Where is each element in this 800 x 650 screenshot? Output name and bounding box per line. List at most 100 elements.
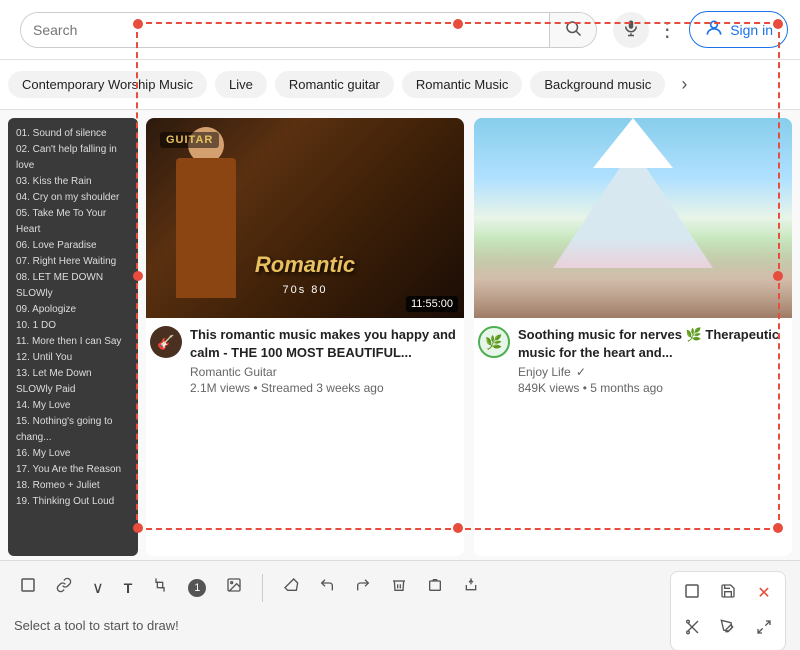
video-info-1: 🎸 This romantic music makes you happy an… bbox=[146, 318, 464, 403]
expand-tool-btn[interactable]: ∨ bbox=[86, 572, 110, 604]
more-options-button[interactable]: ⋮ bbox=[657, 17, 677, 42]
bottom-toolbar: ∨ T 1 bbox=[0, 560, 800, 650]
track-item: 07. Right Here Waiting bbox=[16, 254, 130, 270]
youtube-page: ⋮ Sign in Contemporary Worship Music Liv… bbox=[0, 0, 800, 650]
user-icon bbox=[704, 18, 724, 41]
track-item: 02. Can't help falling in love bbox=[16, 142, 130, 174]
chip-romantic-guitar[interactable]: Romantic guitar bbox=[275, 71, 394, 98]
text-tool-btn[interactable]: T bbox=[118, 574, 139, 602]
mini-toolbar: ✕ bbox=[670, 571, 786, 650]
mountain-snow bbox=[593, 118, 673, 168]
link-tool-btn[interactable] bbox=[50, 571, 78, 604]
video-info-2: 🌿 Soothing music for nerves 🌿 Therapeuti… bbox=[474, 318, 792, 403]
trash-tool-btn[interactable] bbox=[421, 571, 449, 604]
search-icon bbox=[564, 19, 582, 40]
sign-in-label: Sign in bbox=[730, 22, 773, 38]
cherry-blossoms bbox=[474, 238, 792, 318]
video-thumb-1: GUITAR Romantic 70s 80 11:55:00 bbox=[146, 118, 464, 318]
playlist-card[interactable]: 01. Sound of silence 02. Can't help fall… bbox=[8, 118, 138, 556]
track-item: 04. Cry on my shoulder bbox=[16, 190, 130, 206]
image-icon bbox=[226, 577, 242, 598]
track-item: 18. Romeo + Juliet bbox=[16, 478, 130, 494]
mini-pen-icon bbox=[720, 619, 736, 640]
chevron-right-icon: › bbox=[681, 74, 687, 94]
mini-fullscreen-icon bbox=[756, 619, 772, 640]
person-silhouette bbox=[176, 158, 236, 298]
content-area: 01. Sound of silence 02. Can't help fall… bbox=[0, 110, 800, 564]
track-item: 12. Until You bbox=[16, 350, 130, 366]
track-item: 17. You Are the Reason bbox=[16, 462, 130, 478]
guitar-thumb-title: Romantic bbox=[255, 252, 355, 278]
sign-in-button[interactable]: Sign in bbox=[689, 11, 788, 48]
duration-badge-1: 11:55:00 bbox=[406, 296, 458, 312]
rectangle-tool-btn[interactable] bbox=[14, 571, 42, 604]
toolbar-tools: ∨ T 1 bbox=[14, 571, 670, 604]
guitar-label: GUITAR bbox=[160, 132, 219, 148]
mini-pen-btn[interactable] bbox=[711, 612, 745, 646]
trash-icon bbox=[427, 577, 443, 598]
rectangle-icon bbox=[20, 577, 36, 598]
dots-icon: ⋮ bbox=[657, 19, 677, 41]
chip-live[interactable]: Live bbox=[215, 71, 267, 98]
mic-button[interactable] bbox=[613, 12, 649, 48]
video-meta-2: 849K views • 5 months ago bbox=[518, 381, 788, 395]
toolbar-right: ✕ bbox=[670, 571, 786, 650]
crop-tool-btn[interactable] bbox=[146, 571, 174, 604]
crop-icon bbox=[152, 577, 168, 598]
track-item: 01. Sound of silence bbox=[16, 126, 130, 142]
number-tool-btn[interactable]: 1 bbox=[182, 573, 212, 603]
channel-name-1: Romantic Guitar bbox=[190, 365, 460, 379]
video-title-1: This romantic music makes you happy and … bbox=[190, 326, 460, 362]
filter-next-button[interactable]: › bbox=[673, 70, 695, 99]
track-item: 16. My Love bbox=[16, 446, 130, 462]
delete-tool-btn[interactable] bbox=[385, 571, 413, 604]
mini-rect-btn[interactable] bbox=[675, 576, 709, 610]
mic-icon bbox=[622, 19, 640, 40]
mountain-thumbnail bbox=[474, 118, 792, 318]
track-item: 11. More then I can Say bbox=[16, 334, 130, 350]
text-icon: T bbox=[124, 580, 133, 596]
eraser-tool-btn[interactable] bbox=[277, 571, 305, 604]
search-input[interactable] bbox=[21, 13, 549, 47]
mini-cut-icon bbox=[684, 619, 700, 640]
mini-save-icon bbox=[720, 583, 736, 604]
track-item: 15. Nothing's going to chang... bbox=[16, 414, 130, 446]
guitar-thumb-subtitle: 70s 80 bbox=[282, 284, 327, 296]
track-item: 09. Apologize bbox=[16, 302, 130, 318]
redo-icon bbox=[355, 577, 371, 598]
track-item: 10. 1 DO bbox=[16, 318, 130, 334]
track-list: 01. Sound of silence 02. Can't help fall… bbox=[16, 126, 130, 510]
video-thumb-2 bbox=[474, 118, 792, 318]
track-item: 13. Let Me Down SLOWly Paid bbox=[16, 366, 130, 398]
mini-cut-btn[interactable] bbox=[675, 612, 709, 646]
image-tool-btn[interactable] bbox=[220, 571, 248, 604]
mini-close-btn[interactable]: ✕ bbox=[747, 576, 781, 610]
videos-row: GUITAR Romantic 70s 80 11:55:00 🎸 This r… bbox=[146, 118, 792, 556]
undo-tool-btn[interactable] bbox=[313, 571, 341, 604]
chip-contemporary-worship[interactable]: Contemporary Worship Music bbox=[8, 71, 207, 98]
video-title-2: Soothing music for nerves 🌿 Therapeutic … bbox=[518, 326, 788, 362]
export-icon bbox=[463, 577, 479, 598]
toolbar-hint: Select a tool to start to draw! bbox=[14, 618, 670, 633]
video-details-1: This romantic music makes you happy and … bbox=[190, 326, 460, 395]
eraser-icon bbox=[283, 577, 299, 598]
chip-romantic-music[interactable]: Romantic Music bbox=[402, 71, 522, 98]
channel-avatar-1: 🎸 bbox=[150, 326, 182, 358]
video-details-2: Soothing music for nerves 🌿 Therapeutic … bbox=[518, 326, 788, 395]
guitar-thumbnail: GUITAR Romantic 70s 80 bbox=[146, 118, 464, 318]
redo-tool-btn[interactable] bbox=[349, 571, 377, 604]
mini-save-btn[interactable] bbox=[711, 576, 745, 610]
video-card-1[interactable]: GUITAR Romantic 70s 80 11:55:00 🎸 This r… bbox=[146, 118, 464, 556]
search-button[interactable] bbox=[549, 13, 596, 47]
track-item: 19. Thinking Out Loud bbox=[16, 494, 130, 510]
mini-fullscreen-btn[interactable] bbox=[747, 612, 781, 646]
header: ⋮ Sign in bbox=[0, 0, 800, 60]
video-card-2[interactable]: 🌿 Soothing music for nerves 🌿 Therapeuti… bbox=[474, 118, 792, 556]
undo-icon bbox=[319, 577, 335, 598]
search-bar bbox=[20, 12, 597, 48]
chip-background-music[interactable]: Background music bbox=[530, 71, 665, 98]
header-actions: ⋮ Sign in bbox=[657, 11, 788, 48]
export-tool-btn[interactable] bbox=[457, 571, 485, 604]
expand-icon: ∨ bbox=[92, 578, 104, 598]
track-item: 08. LET ME DOWN SLOWly bbox=[16, 270, 130, 302]
